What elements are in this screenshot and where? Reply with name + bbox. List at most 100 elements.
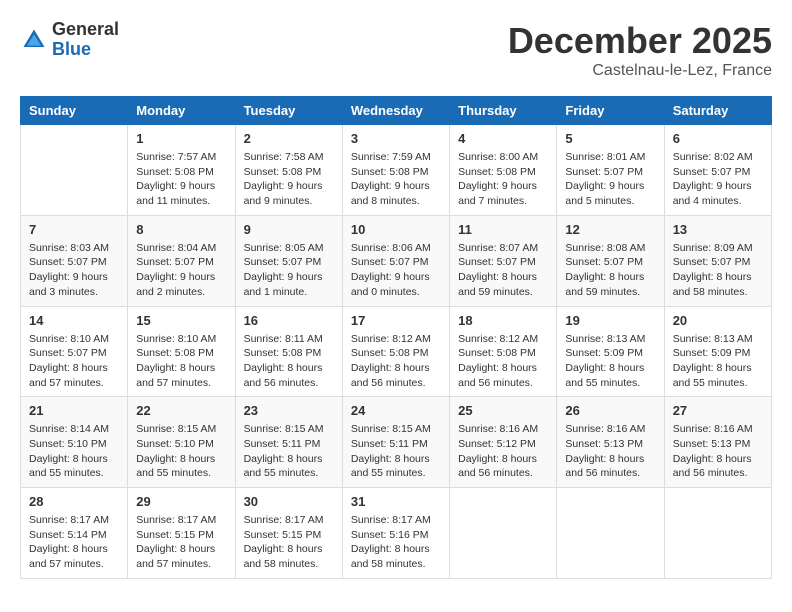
- calendar-cell: 25Sunrise: 8:16 AM Sunset: 5:12 PM Dayli…: [450, 397, 557, 488]
- calendar-cell: 18 Sunrise: 8:12 AM Sunset: 5:08 PM Dayli…: [450, 306, 557, 397]
- page-header: General Blue December 2025 Castelnau-le-…: [20, 20, 772, 80]
- calendar-cell: 11Sunrise: 8:07 AM Sunset: 5:07 PM Dayli…: [450, 215, 557, 306]
- day-info: Sunrise: 8:12 AM Sunset: 5:08 PM Dayligh…: [458, 332, 548, 391]
- calendar-cell: 4Sunrise: 8:00 AM Sunset: 5:08 PM Daylig…: [450, 125, 557, 216]
- day-info: Sunrise: 8:17 AM Sunset: 5:16 PM Dayligh…: [351, 513, 441, 572]
- day-number: 6: [673, 131, 763, 146]
- calendar-cell: 14Sunrise: 8:10 AM Sunset: 5:07 PM Dayli…: [21, 306, 128, 397]
- day-info: Sunrise: 8:17 AM Sunset: 5:15 PM Dayligh…: [136, 513, 226, 572]
- day-info: Sunrise: 8:09 AM Sunset: 5:07 PM Dayligh…: [673, 241, 763, 300]
- logo-blue: Blue: [52, 40, 119, 60]
- location: Castelnau-le-Lez, France: [508, 62, 772, 80]
- day-info: Sunrise: 7:58 AM Sunset: 5:08 PM Dayligh…: [244, 150, 334, 209]
- calendar-week-1: 1Sunrise: 7:57 AM Sunset: 5:08 PM Daylig…: [21, 125, 772, 216]
- day-number: 30: [244, 494, 334, 509]
- day-number: 15: [136, 313, 226, 328]
- day-info: Sunrise: 8:13 AM Sunset: 5:09 PM Dayligh…: [565, 332, 655, 391]
- calendar-cell: 16 Sunrise: 8:11 AM Sunset: 5:08 PM Dayli…: [235, 306, 342, 397]
- day-number: 21: [29, 403, 119, 418]
- calendar-cell: 23 Sunrise: 8:15 AM Sunset: 5:11 PM Dayli…: [235, 397, 342, 488]
- calendar-header-row: Sunday Monday Tuesday Wednesday Thursday…: [21, 97, 772, 125]
- col-thursday: Thursday: [450, 97, 557, 125]
- day-number: 8: [136, 222, 226, 237]
- day-number: 9: [244, 222, 334, 237]
- logo-icon: [20, 26, 48, 54]
- title-block: December 2025 Castelnau-le-Lez, France: [508, 20, 772, 80]
- calendar-week-4: 21 Sunrise: 8:14 AM Sunset: 5:10 PM Dayli…: [21, 397, 772, 488]
- calendar-cell: [21, 125, 128, 216]
- month-title: December 2025: [508, 20, 772, 62]
- day-number: 31: [351, 494, 441, 509]
- calendar-cell: 13 Sunrise: 8:09 AM Sunset: 5:07 PM Dayli…: [664, 215, 771, 306]
- calendar-cell: 6 Sunrise: 8:02 AM Sunset: 5:07 PM Daylig…: [664, 125, 771, 216]
- calendar-cell: 7 Sunrise: 8:03 AM Sunset: 5:07 PM Daylig…: [21, 215, 128, 306]
- calendar-cell: 1Sunrise: 7:57 AM Sunset: 5:08 PM Daylig…: [128, 125, 235, 216]
- day-number: 18: [458, 313, 548, 328]
- day-number: 4: [458, 131, 548, 146]
- calendar-cell: 15 Sunrise: 8:10 AM Sunset: 5:08 PM Dayli…: [128, 306, 235, 397]
- day-info: Sunrise: 8:03 AM Sunset: 5:07 PM Dayligh…: [29, 241, 119, 300]
- col-sunday: Sunday: [21, 97, 128, 125]
- day-info: Sunrise: 8:17 AM Sunset: 5:15 PM Dayligh…: [244, 513, 334, 572]
- day-info: Sunrise: 7:59 AM Sunset: 5:08 PM Dayligh…: [351, 150, 441, 209]
- day-info: Sunrise: 8:05 AM Sunset: 5:07 PM Dayligh…: [244, 241, 334, 300]
- day-info: Sunrise: 8:08 AM Sunset: 5:07 PM Dayligh…: [565, 241, 655, 300]
- day-number: 26: [565, 403, 655, 418]
- col-monday: Monday: [128, 97, 235, 125]
- day-info: Sunrise: 8:01 AM Sunset: 5:07 PM Dayligh…: [565, 150, 655, 209]
- calendar-cell: 21 Sunrise: 8:14 AM Sunset: 5:10 PM Dayli…: [21, 397, 128, 488]
- calendar-cell: 29 Sunrise: 8:17 AM Sunset: 5:15 PM Dayli…: [128, 488, 235, 579]
- logo-general: General: [52, 20, 119, 40]
- day-info: Sunrise: 8:13 AM Sunset: 5:09 PM Dayligh…: [673, 332, 763, 391]
- col-wednesday: Wednesday: [342, 97, 449, 125]
- logo-text: General Blue: [52, 20, 119, 60]
- day-info: Sunrise: 8:02 AM Sunset: 5:07 PM Dayligh…: [673, 150, 763, 209]
- day-number: 16: [244, 313, 334, 328]
- day-info: Sunrise: 8:16 AM Sunset: 5:13 PM Dayligh…: [673, 422, 763, 481]
- calendar-cell: 10Sunrise: 8:06 AM Sunset: 5:07 PM Dayli…: [342, 215, 449, 306]
- calendar-week-3: 14Sunrise: 8:10 AM Sunset: 5:07 PM Dayli…: [21, 306, 772, 397]
- day-info: Sunrise: 8:16 AM Sunset: 5:12 PM Dayligh…: [458, 422, 548, 481]
- day-info: Sunrise: 8:15 AM Sunset: 5:11 PM Dayligh…: [244, 422, 334, 481]
- calendar-cell: 24Sunrise: 8:15 AM Sunset: 5:11 PM Dayli…: [342, 397, 449, 488]
- day-info: Sunrise: 8:15 AM Sunset: 5:10 PM Dayligh…: [136, 422, 226, 481]
- col-saturday: Saturday: [664, 97, 771, 125]
- logo: General Blue: [20, 20, 119, 60]
- calendar-cell: 20Sunrise: 8:13 AM Sunset: 5:09 PM Dayli…: [664, 306, 771, 397]
- day-number: 2: [244, 131, 334, 146]
- calendar-cell: 19 Sunrise: 8:13 AM Sunset: 5:09 PM Dayli…: [557, 306, 664, 397]
- calendar-week-5: 28 Sunrise: 8:17 AM Sunset: 5:14 PM Dayli…: [21, 488, 772, 579]
- day-number: 5: [565, 131, 655, 146]
- day-info: Sunrise: 8:11 AM Sunset: 5:08 PM Dayligh…: [244, 332, 334, 391]
- day-number: 7: [29, 222, 119, 237]
- day-number: 23: [244, 403, 334, 418]
- calendar-cell: 2 Sunrise: 7:58 AM Sunset: 5:08 PM Daylig…: [235, 125, 342, 216]
- calendar-cell: 27 Sunrise: 8:16 AM Sunset: 5:13 PM Dayli…: [664, 397, 771, 488]
- day-info: Sunrise: 8:17 AM Sunset: 5:14 PM Dayligh…: [29, 513, 119, 572]
- calendar-table: Sunday Monday Tuesday Wednesday Thursday…: [20, 96, 772, 579]
- calendar-cell: 26Sunrise: 8:16 AM Sunset: 5:13 PM Dayli…: [557, 397, 664, 488]
- day-info: Sunrise: 8:14 AM Sunset: 5:10 PM Dayligh…: [29, 422, 119, 481]
- col-tuesday: Tuesday: [235, 97, 342, 125]
- day-number: 3: [351, 131, 441, 146]
- day-info: Sunrise: 8:15 AM Sunset: 5:11 PM Dayligh…: [351, 422, 441, 481]
- day-info: Sunrise: 8:10 AM Sunset: 5:08 PM Dayligh…: [136, 332, 226, 391]
- calendar-cell: [557, 488, 664, 579]
- day-number: 27: [673, 403, 763, 418]
- calendar-cell: [450, 488, 557, 579]
- day-number: 14: [29, 313, 119, 328]
- day-info: Sunrise: 8:12 AM Sunset: 5:08 PM Dayligh…: [351, 332, 441, 391]
- col-friday: Friday: [557, 97, 664, 125]
- calendar-cell: 31 Sunrise: 8:17 AM Sunset: 5:16 PM Dayli…: [342, 488, 449, 579]
- calendar-cell: 28 Sunrise: 8:17 AM Sunset: 5:14 PM Dayli…: [21, 488, 128, 579]
- calendar-cell: 9 Sunrise: 8:05 AM Sunset: 5:07 PM Daylig…: [235, 215, 342, 306]
- day-number: 29: [136, 494, 226, 509]
- day-number: 19: [565, 313, 655, 328]
- day-info: Sunrise: 8:04 AM Sunset: 5:07 PM Dayligh…: [136, 241, 226, 300]
- day-number: 28: [29, 494, 119, 509]
- day-number: 11: [458, 222, 548, 237]
- day-number: 13: [673, 222, 763, 237]
- day-info: Sunrise: 8:06 AM Sunset: 5:07 PM Dayligh…: [351, 241, 441, 300]
- calendar-week-2: 7 Sunrise: 8:03 AM Sunset: 5:07 PM Daylig…: [21, 215, 772, 306]
- calendar-cell: 3 Sunrise: 7:59 AM Sunset: 5:08 PM Daylig…: [342, 125, 449, 216]
